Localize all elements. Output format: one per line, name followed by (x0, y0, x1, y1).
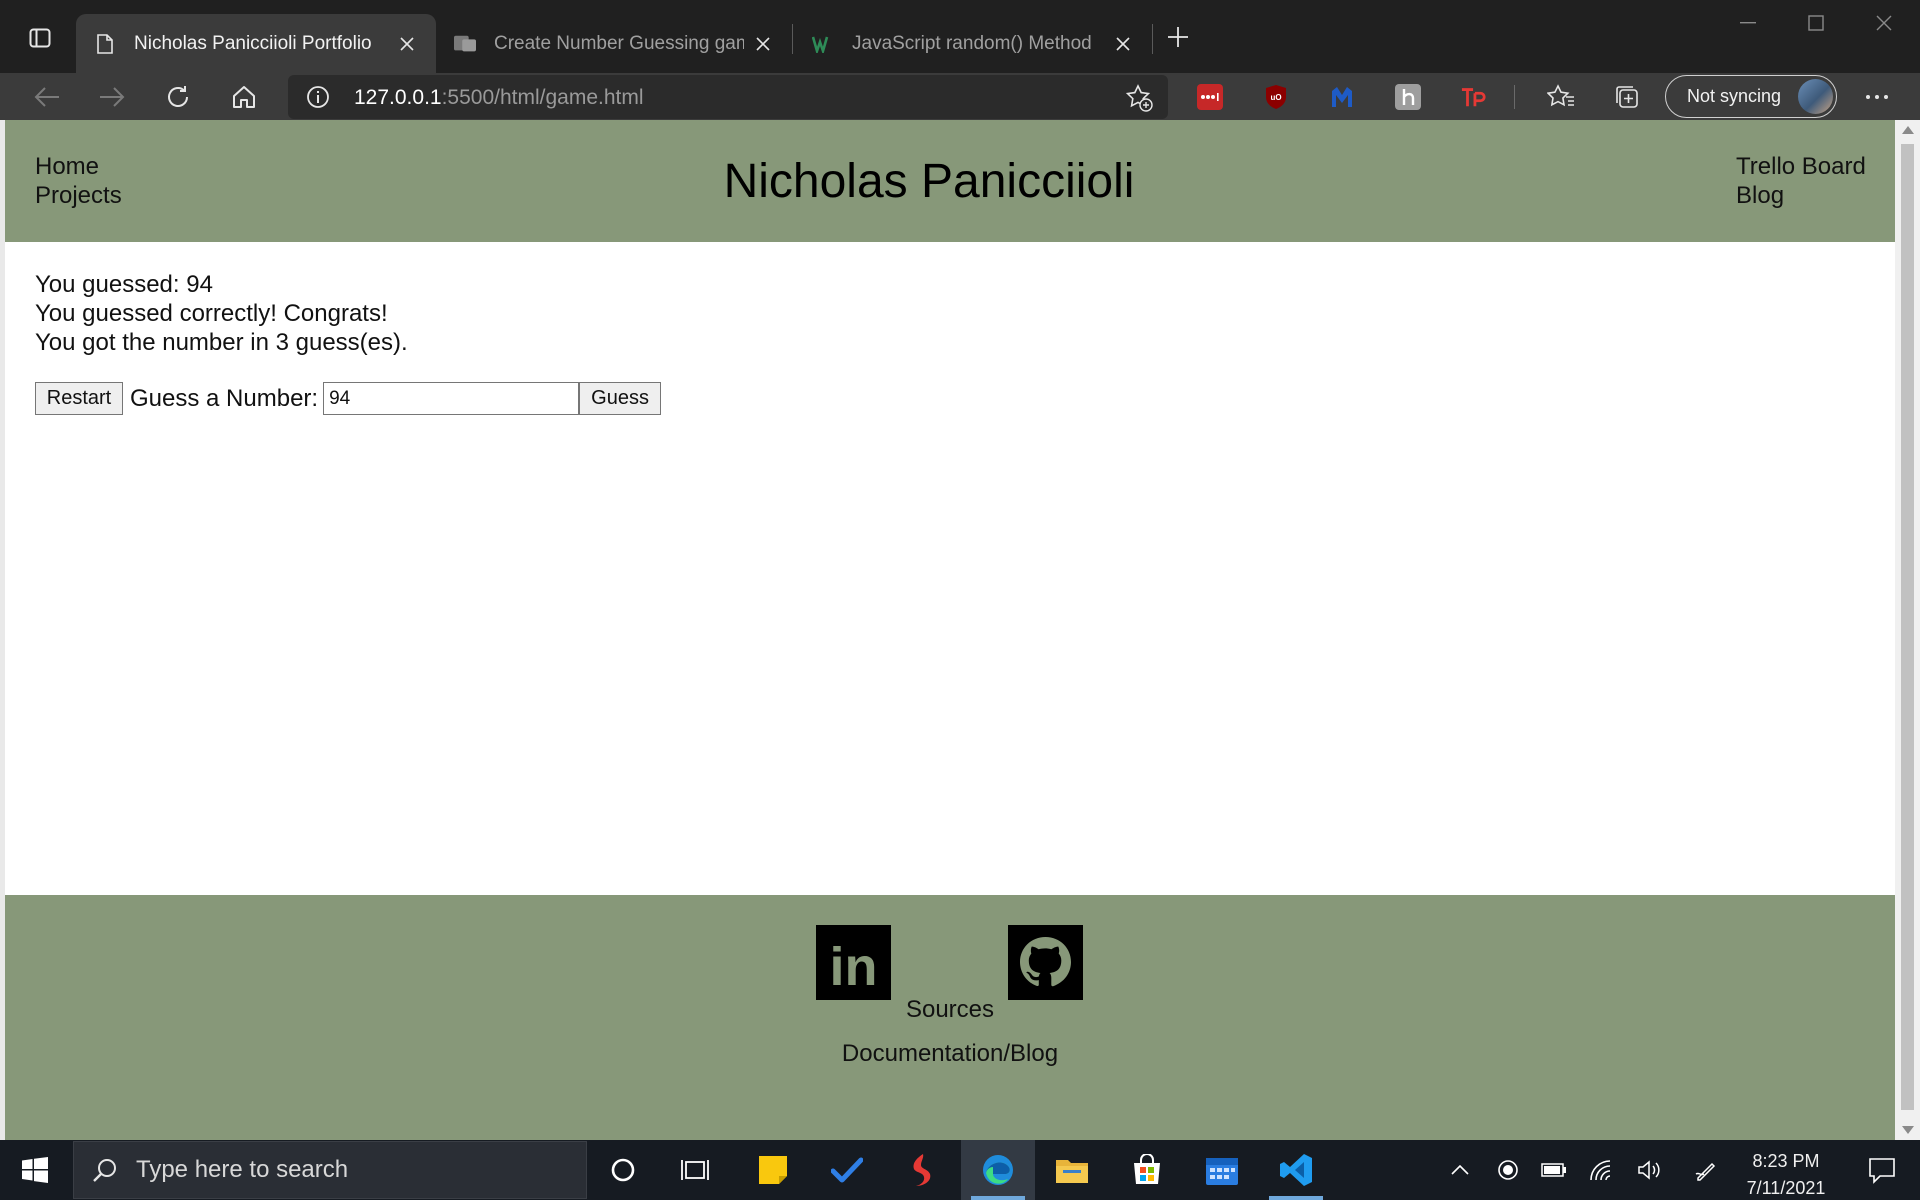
url-path: :5500/html/game.html (441, 86, 644, 109)
search-placeholder: Type here to search (136, 1156, 349, 1183)
volume-icon[interactable] (1632, 1140, 1668, 1200)
browser-toolbar: 127.0.0.1:5500/html/game.html uO Not syn… (0, 73, 1920, 120)
tab-divider (792, 24, 793, 54)
back-icon[interactable] (27, 77, 67, 117)
edge-browser-icon[interactable] (961, 1140, 1035, 1200)
file-explorer-icon[interactable] (1035, 1140, 1109, 1200)
vscode-icon[interactable] (1259, 1140, 1333, 1200)
microsoft-store-icon[interactable] (1110, 1140, 1184, 1200)
cortana-icon[interactable] (586, 1140, 660, 1200)
wifi-icon[interactable] (1584, 1140, 1620, 1200)
site-header: Home Projects Nicholas Panicciioli Trell… (5, 120, 1895, 242)
tab-divider (1152, 24, 1153, 54)
tab-js-random[interactable]: JavaScript random() Method (794, 14, 1152, 73)
page-scrollbar[interactable] (1895, 120, 1920, 1140)
site-info-icon[interactable] (306, 85, 330, 109)
site-favicon-icon (454, 33, 476, 55)
extension-tp-icon[interactable] (1461, 84, 1487, 110)
sticky-notes-icon[interactable] (736, 1140, 810, 1200)
scroll-down-icon[interactable] (1902, 1126, 1914, 1134)
taskbar-clock[interactable]: 8:23 PM 7/11/2021 (1726, 1148, 1846, 1200)
favorites-icon[interactable] (1541, 77, 1581, 117)
guess-message: You guessed: 94 (35, 271, 213, 298)
browser-titlebar: Nicholas Panicciioli Portfolio Create Nu… (0, 0, 1920, 73)
game-controls: Restart Guess a Number: Guess (35, 382, 662, 415)
linkedin-text: in (830, 937, 878, 997)
game-output: You guessed: 94 You guessed correctly! C… (35, 270, 408, 357)
svg-text:uO: uO (1270, 93, 1281, 102)
close-window-icon[interactable] (1850, 0, 1918, 46)
close-tab-icon[interactable] (752, 33, 774, 55)
task-view-icon[interactable] (658, 1140, 732, 1200)
nav-link-blog[interactable]: Blog (1736, 181, 1866, 210)
refresh-icon[interactable] (158, 77, 198, 117)
extension-malwarebytes-icon[interactable] (1329, 84, 1355, 110)
scroll-up-icon[interactable] (1902, 126, 1914, 134)
toolbar-divider (1514, 85, 1515, 109)
github-icon[interactable] (1008, 925, 1083, 1000)
site-title: Nicholas Panicciioli (723, 155, 1135, 208)
collections-icon[interactable] (1607, 77, 1647, 117)
active-app-indicator (1269, 1196, 1323, 1200)
footer-link-sources[interactable]: Sources (5, 996, 1895, 1024)
record-icon[interactable] (1490, 1140, 1526, 1200)
calendar-icon[interactable] (1185, 1140, 1259, 1200)
battery-icon[interactable] (1536, 1140, 1572, 1200)
profile-avatar (1798, 79, 1833, 114)
address-bar[interactable]: 127.0.0.1:5500/html/game.html (288, 75, 1168, 119)
url-host: 127.0.0.1 (354, 86, 442, 109)
w3schools-icon (812, 33, 834, 55)
search-icon (90, 1155, 120, 1185)
notifications-icon[interactable] (1868, 1156, 1896, 1184)
extension-ublock-icon[interactable]: uO (1263, 84, 1289, 110)
scrollbar-thumb[interactable] (1901, 144, 1914, 1110)
tab-title: Create Number Guessing game (494, 32, 744, 54)
add-favorite-icon[interactable] (1124, 83, 1154, 113)
clock-time: 8:23 PM (1752, 1151, 1820, 1171)
page-icon (94, 33, 116, 55)
clock-date: 7/11/2021 (1746, 1178, 1826, 1198)
tab-title: Nicholas Panicciioli Portfolio (134, 32, 372, 54)
page-viewport: Home Projects Nicholas Panicciioli Trell… (5, 120, 1895, 1140)
guess-prompt-label: Guess a Number: (130, 384, 319, 412)
more-options-icon[interactable] (1857, 77, 1897, 117)
url-text[interactable]: 127.0.0.1:5500/html/game.html (354, 86, 644, 110)
tab-portfolio[interactable]: Nicholas Panicciioli Portfolio (76, 14, 436, 73)
sync-label: Not syncing (1687, 86, 1782, 106)
profile-sync-button[interactable]: Not syncing (1665, 75, 1837, 118)
extension-honey-icon[interactable] (1395, 84, 1421, 110)
guess-count-message: You got the number in 3 guess(es). (35, 329, 408, 356)
guess-input[interactable] (323, 382, 580, 415)
home-icon[interactable] (224, 77, 264, 117)
active-app-indicator (971, 1196, 1025, 1200)
linkedin-icon[interactable]: in (816, 925, 891, 1000)
tab-title: JavaScript random() Method (852, 32, 1092, 54)
site-footer: in Sources Documentation/Blog (5, 895, 1895, 1140)
result-message: You guessed correctly! Congrats! (35, 300, 388, 327)
nav-right: Trello Board Blog (1736, 152, 1866, 210)
slack-like-app-icon[interactable] (884, 1140, 958, 1200)
nav-link-trello-board[interactable]: Trello Board (1736, 152, 1866, 181)
forward-icon[interactable] (92, 77, 132, 117)
restart-button[interactable]: Restart (35, 382, 123, 415)
tab-guessing-game[interactable]: Create Number Guessing game (436, 14, 792, 73)
windows-taskbar: Type here to search 8:23 PM 7/11/2021 (0, 1140, 1920, 1200)
tab-actions-icon[interactable] (22, 22, 58, 54)
close-tab-icon[interactable] (396, 33, 418, 55)
show-hidden-icons-icon[interactable] (1442, 1140, 1478, 1200)
extension-lastpass-icon[interactable] (1197, 84, 1223, 110)
minimize-icon[interactable] (1714, 0, 1782, 46)
pen-icon[interactable] (1688, 1140, 1724, 1200)
todo-icon[interactable] (810, 1140, 884, 1200)
maximize-icon[interactable] (1782, 0, 1850, 46)
start-icon[interactable] (0, 1140, 70, 1200)
footer-link-documentation-blog[interactable]: Documentation/Blog (5, 1040, 1895, 1068)
guess-button[interactable]: Guess (579, 382, 662, 415)
new-tab-icon[interactable] (1158, 20, 1198, 54)
close-tab-icon[interactable] (1112, 33, 1134, 55)
taskbar-search-box[interactable]: Type here to search (73, 1141, 587, 1199)
